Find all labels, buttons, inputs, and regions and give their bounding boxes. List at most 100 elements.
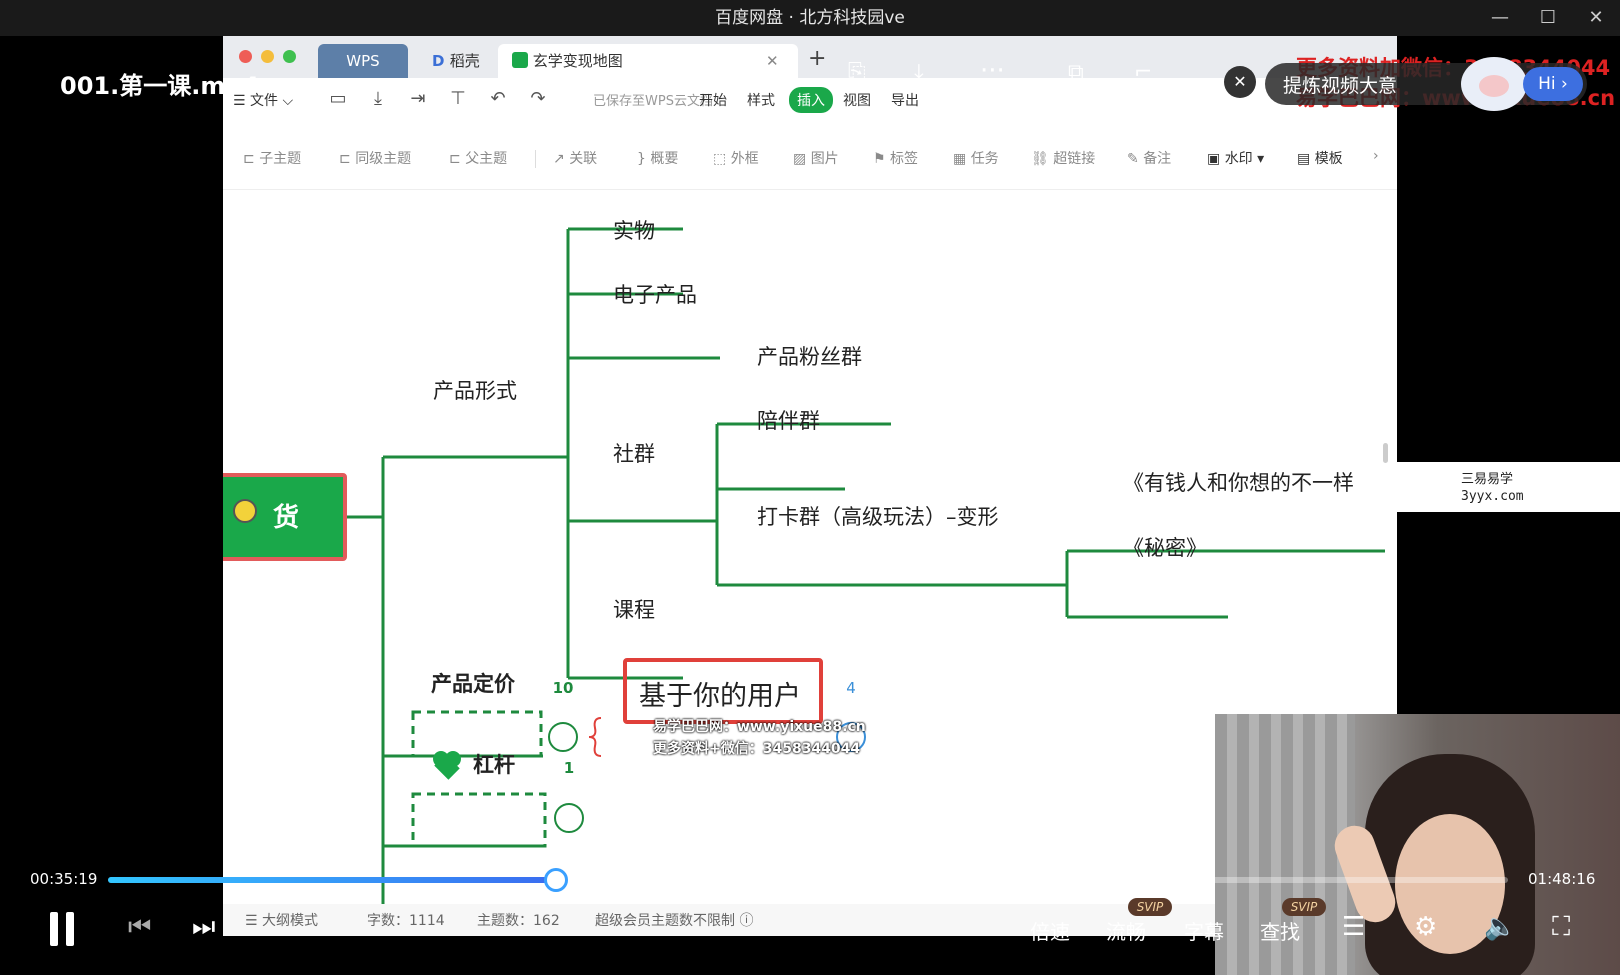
- quality-button[interactable]: 流畅: [1106, 916, 1146, 945]
- share-icon[interactable]: ⎘: [848, 60, 866, 85]
- node-fan-group: 产品粉丝群: [757, 345, 862, 369]
- player-controls: 00:35:19 01:48:16 ⏮ ⏭ 倍速 流畅 字幕 查找 ☰ ⚙ 🔈 …: [0, 850, 1620, 975]
- menu-export: 导出: [891, 93, 919, 109]
- subtitle-button[interactable]: 字幕: [1184, 916, 1224, 945]
- fullscreen-icon[interactable]: ⛶: [1552, 912, 1570, 943]
- format-painter-icon: ⊤: [450, 88, 466, 109]
- playlist-icon[interactable]: ☰: [1342, 912, 1365, 942]
- pause-icon[interactable]: [48, 912, 76, 946]
- node-companion-group: 陪伴群: [757, 409, 820, 433]
- side-brand-watermark: 三易易学 3yyx.com: [1397, 462, 1620, 512]
- wps-tabbar: WPS D 稻壳 玄学变现地图 ✕ +: [223, 36, 1397, 78]
- side-brand-line2: 3yyx.com: [1461, 489, 1524, 504]
- magnifier-icon: [233, 499, 257, 523]
- svip-badge-search: SVIP: [1282, 898, 1326, 916]
- redo-icon: ↷: [530, 88, 546, 109]
- node-digital: 电子产品: [613, 283, 697, 307]
- total-time: 01:48:16: [1528, 870, 1596, 888]
- node-user-based-label: 基于你的用户: [639, 681, 801, 712]
- ribbon-divider: [535, 150, 536, 168]
- menu-insert: 插入: [789, 87, 833, 113]
- progress-track[interactable]: [108, 868, 1508, 892]
- node-community: 社群: [613, 442, 655, 466]
- wps-menubar: ☰ 文件 ⌵ ▭ ⤓ ⇥ ⊤ ↶ ↷ 已保存至WPS云文档 开始 样式 插入 视…: [223, 78, 1397, 124]
- ribbon-image-label: 图片: [810, 151, 839, 167]
- node-physical: 实物: [613, 219, 655, 243]
- close-button[interactable]: ✕: [1581, 4, 1611, 32]
- ribbon-more-icon: ›: [1373, 148, 1379, 164]
- assistant-avatar-icon: [1461, 57, 1527, 111]
- ribbon-relation-label: 关联: [569, 151, 598, 167]
- close-ai-button[interactable]: ✕: [1224, 66, 1256, 98]
- ribbon-sibling-topic-label: 同级主题: [355, 151, 412, 167]
- tab-mindmap-label: 玄学变现地图: [532, 52, 623, 70]
- ribbon-frame: ⬚ 外框: [713, 151, 759, 167]
- node-book2: 《秘密》: [1123, 536, 1207, 560]
- wps-ribbon: ⊏ 子主题 ⊏ 同级主题 ⊏ 父主题 ↗ 关联 } 概要 ⬚ 外框 ▨ 图片 ⚑…: [223, 124, 1397, 190]
- hi-button[interactable]: Hi ›: [1523, 67, 1583, 101]
- tab-mindmap: 玄学变现地图 ✕: [498, 44, 798, 78]
- progress-handle[interactable]: [544, 868, 568, 892]
- menu-view: 视图: [843, 93, 871, 109]
- ribbon-image: ▨ 图片: [793, 151, 839, 167]
- node-checkin-group: 打卡群（高级玩法）–变形: [757, 505, 999, 529]
- canvas-scrollbar: [1383, 443, 1388, 463]
- next-icon[interactable]: ⏭: [192, 912, 215, 943]
- node-form: 产品形式: [433, 379, 517, 403]
- ribbon-tag-label: 标签: [890, 151, 919, 167]
- video-file-name: 001.第一课.mp4: [60, 72, 260, 100]
- maximize-button[interactable]: ☐: [1533, 4, 1563, 32]
- zoom-dot-icon: [283, 50, 296, 63]
- download-icon[interactable]: ⤓: [914, 60, 924, 85]
- side-brand-line1: 三易易学: [1461, 472, 1514, 487]
- minimize-button[interactable]: —: [1485, 4, 1515, 32]
- search-button[interactable]: 查找: [1260, 916, 1300, 945]
- node-pricing: 产品定价: [431, 672, 515, 696]
- current-time: 00:35:19: [30, 870, 98, 888]
- ribbon-child-topic: ⊏ 子主题: [243, 151, 302, 167]
- tab-docer: D 稻壳: [418, 44, 498, 78]
- ribbon-template-label: 模板: [1314, 151, 1343, 167]
- more-icon[interactable]: ···: [980, 56, 1005, 86]
- user-based-count-badge: 4: [846, 679, 856, 697]
- ribbon-template: ▤ 模板: [1297, 151, 1343, 167]
- crop-icon[interactable]: ⌐: [1134, 60, 1152, 85]
- root-node-label: 货: [273, 503, 300, 533]
- ribbon-summary-label: 概要: [650, 151, 679, 167]
- ribbon-parent-topic: ⊏ 父主题: [449, 151, 508, 167]
- ribbon-frame-label: 外框: [730, 151, 759, 167]
- tab-docer-label: 稻壳: [449, 52, 480, 70]
- ribbon-tag: ⚑ 标签: [873, 151, 919, 167]
- ribbon-hyperlink-label: 超链接: [1053, 151, 1096, 167]
- ribbon-relation: ↗ 关联: [553, 151, 598, 167]
- ai-summary-label: 提炼视频大意: [1283, 75, 1398, 97]
- center-watermark-2: 更多资料+微信：3458344044: [653, 741, 861, 757]
- node-book1: 《有钱人和你想的不一样: [1123, 471, 1354, 495]
- save-icon: ▭: [329, 88, 347, 109]
- volume-icon[interactable]: 🔈: [1484, 912, 1516, 942]
- settings-icon[interactable]: ⚙: [1414, 912, 1437, 942]
- ai-summary-button[interactable]: 提炼视频大意 Hi ›: [1265, 57, 1587, 111]
- speed-button[interactable]: 倍速: [1030, 916, 1070, 945]
- progress-fill: [108, 877, 556, 883]
- ribbon-child-topic-label: 子主题: [259, 151, 302, 167]
- ribbon-watermark: ▣ 水印 ▾: [1207, 151, 1265, 167]
- app-title: 百度网盘 · 北方科技园ve: [715, 8, 905, 28]
- ribbon-sibling-topic: ⊏ 同级主题: [339, 151, 412, 167]
- ribbon-hyperlink: ⛓ 超链接: [1031, 151, 1096, 167]
- close-dot-icon: [239, 50, 252, 63]
- svip-badge-quality: SVIP: [1128, 898, 1172, 916]
- menu-start: 开始: [699, 93, 727, 109]
- menu-style: 样式: [747, 93, 775, 109]
- minimize-dot-icon: [261, 50, 274, 63]
- previous-icon[interactable]: ⏮: [128, 912, 151, 943]
- leverage-count-badge: 1: [563, 759, 575, 777]
- ribbon-parent-topic-label: 父主题: [465, 151, 508, 167]
- mindmap-icon: [512, 52, 528, 68]
- ribbon-task: ▦ 任务: [953, 151, 999, 167]
- node-leverage: 杠杆: [473, 753, 515, 777]
- node-user-based: 基于你的用户: [623, 658, 823, 724]
- download-icon: ⤓: [374, 88, 382, 109]
- pip-icon[interactable]: ⧉: [1068, 60, 1084, 85]
- handshake-icon: [431, 749, 465, 780]
